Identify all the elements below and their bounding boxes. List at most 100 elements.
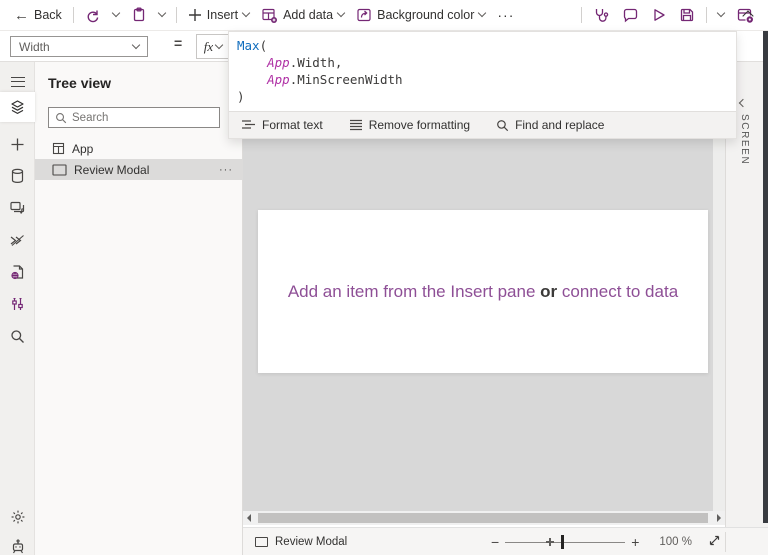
app-icon <box>52 142 65 155</box>
selected-screen-indicator[interactable]: Review Modal <box>255 536 347 548</box>
zoom-slider-thumb[interactable] <box>561 535 564 549</box>
virtual-agent-rail-button[interactable] <box>0 533 35 555</box>
scroll-left-arrow[interactable] <box>247 514 251 522</box>
document-globe-icon <box>10 264 26 280</box>
paste-menu-button[interactable] <box>153 2 171 28</box>
formula-code-editor[interactable]: Max( App.Width, App.MinScreenWidth ) <box>229 32 736 111</box>
empty-message-or: or <box>540 282 557 301</box>
background-color-button-label: Background color <box>377 8 474 22</box>
overflow-icon: ··· <box>497 7 514 23</box>
external-data-rail-button[interactable] <box>0 258 35 286</box>
empty-screen-message: Add an item from the Insert pane or conn… <box>288 282 678 302</box>
tree-view-title: Tree view <box>48 75 111 91</box>
search-rail-button[interactable] <box>0 322 35 350</box>
add-data-button[interactable]: Add data <box>255 2 350 28</box>
tree-view-panel: Tree view App Review Modal ··· <box>35 62 243 555</box>
fx-dropdown[interactable]: fx <box>196 34 230 59</box>
tree-search-input[interactable] <box>72 112 213 124</box>
chevron-down-icon <box>132 40 140 48</box>
top-command-bar: ← Back Insert Add data <box>0 0 768 31</box>
chevron-down-icon <box>242 9 250 17</box>
preview-play-button[interactable] <box>645 2 673 28</box>
advanced-tools-rail-button[interactable] <box>0 290 35 318</box>
tree-item-label: App <box>72 142 93 156</box>
remove-formatting-button[interactable]: Remove formatting <box>349 118 470 132</box>
flow-icon <box>9 233 26 248</box>
formula-line: App.Width, <box>237 54 728 71</box>
remove-formatting-label: Remove formatting <box>369 118 470 132</box>
app-checker-button[interactable] <box>587 2 616 28</box>
formula-line: ) <box>237 88 728 105</box>
property-selector-value: Width <box>19 40 50 54</box>
tree-item-app[interactable]: App <box>35 138 243 159</box>
find-and-replace-button[interactable]: Find and replace <box>496 118 604 132</box>
screen-review-modal[interactable]: Add an item from the Insert pane or conn… <box>258 210 708 373</box>
power-automate-rail-button[interactable] <box>0 226 35 254</box>
entity-token: App <box>267 72 290 87</box>
connect-to-data-link[interactable]: connect to data <box>562 282 678 301</box>
canvas-status-bar: Review Modal − + 100 % <box>243 527 768 555</box>
data-rail-button[interactable] <box>0 162 35 190</box>
save-menu-button[interactable] <box>712 2 730 28</box>
media-rail-button[interactable] <box>0 194 35 222</box>
media-icon <box>9 200 26 216</box>
zoom-in-button[interactable]: + <box>625 534 645 550</box>
expand-properties-button[interactable] <box>740 95 746 109</box>
zoom-level-value[interactable]: 100 % <box>659 536 692 548</box>
tree-view-rail-button[interactable] <box>0 92 35 122</box>
left-navigation-rail <box>0 62 35 555</box>
save-button[interactable] <box>673 2 701 28</box>
back-arrow-icon: ← <box>14 8 29 23</box>
undo-icon <box>85 7 101 23</box>
find-and-replace-label: Find and replace <box>515 118 604 132</box>
canvas-horizontal-scrollbar[interactable] <box>243 511 725 525</box>
app-checker-icon <box>593 7 610 24</box>
empty-message-text: Add an item from the Insert pane <box>288 282 536 301</box>
zoom-slider[interactable] <box>505 528 625 555</box>
paste-button[interactable] <box>125 2 153 28</box>
equals-sign: = <box>174 35 182 51</box>
plus-icon <box>188 8 202 22</box>
undo-menu-button[interactable] <box>107 2 125 28</box>
screen-properties-tab[interactable]: SCREEN <box>739 114 750 165</box>
comments-button[interactable] <box>616 2 645 28</box>
screen-icon <box>52 164 67 176</box>
zoom-out-button[interactable]: − <box>485 534 505 550</box>
tree-item-review-modal[interactable]: Review Modal ··· <box>35 159 243 180</box>
toolbar-overflow-button[interactable]: ··· <box>491 2 520 28</box>
format-text-button[interactable]: Format text <box>241 118 323 132</box>
search-icon <box>496 119 509 132</box>
background-color-button[interactable]: Background color <box>350 2 491 28</box>
chevron-left-icon <box>739 99 747 107</box>
design-canvas[interactable]: Add an item from the Insert pane or conn… <box>243 131 725 525</box>
undo-button[interactable] <box>79 2 107 28</box>
zoom-controls: − + 100 % <box>485 528 727 555</box>
property-selector-dropdown[interactable]: Width <box>10 36 148 57</box>
scrollbar-thumb[interactable] <box>258 513 708 523</box>
screen-icon <box>255 537 268 547</box>
background-color-icon <box>356 7 372 23</box>
back-button-label: Back <box>34 8 62 22</box>
divider <box>706 7 707 23</box>
search-icon <box>10 329 25 344</box>
database-icon <box>10 168 25 184</box>
settings-rail-button[interactable] <box>0 503 35 531</box>
collapse-formula-bar-button[interactable] <box>744 8 752 23</box>
chevron-down-icon <box>717 9 725 17</box>
divider <box>176 7 177 23</box>
formula-line: App.MinScreenWidth <box>237 71 728 88</box>
search-icon <box>55 112 67 124</box>
browser-scrollbar-strip[interactable] <box>763 31 768 523</box>
back-button[interactable]: ← Back <box>8 2 68 28</box>
chevron-up-icon <box>742 10 753 21</box>
item-overflow-button[interactable]: ··· <box>219 164 233 176</box>
scroll-right-arrow[interactable] <box>717 514 721 522</box>
insert-button-label: Insert <box>207 8 238 22</box>
insert-button[interactable]: Insert <box>182 2 255 28</box>
fit-to-window-button[interactable] <box>702 534 727 550</box>
comment-icon <box>622 7 639 24</box>
save-icon <box>679 7 695 23</box>
canvas-vertical-scrollbar[interactable] <box>713 131 725 511</box>
tree-search-box[interactable] <box>48 107 220 128</box>
insert-rail-button[interactable] <box>0 130 35 158</box>
